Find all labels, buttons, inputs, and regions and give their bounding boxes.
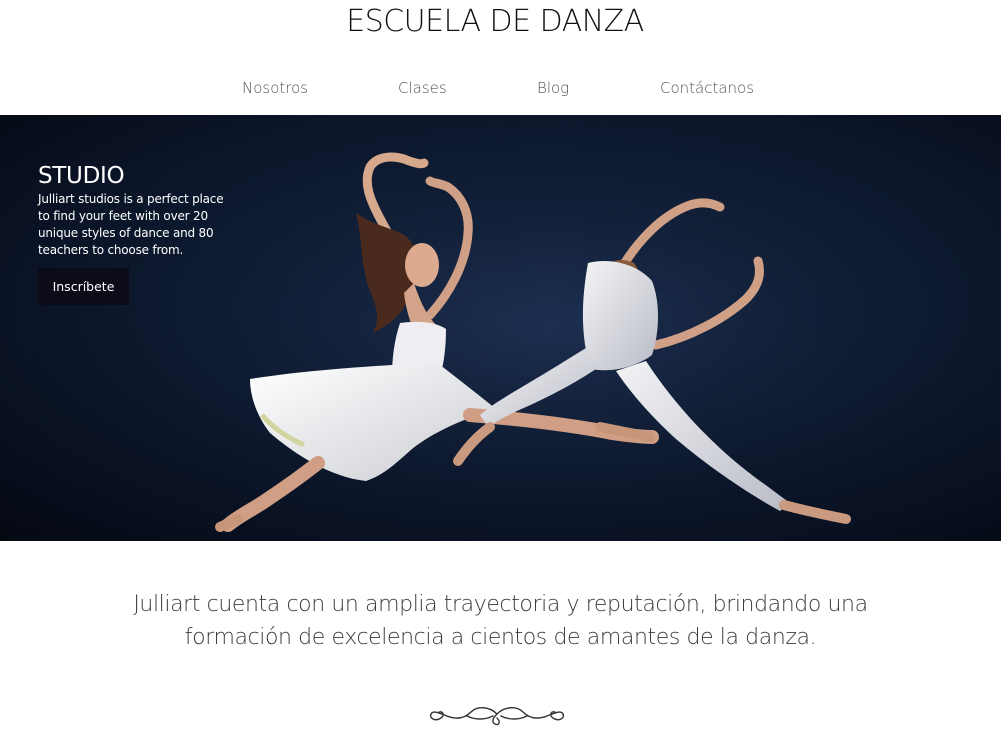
nav-link-blog[interactable]: Blog (537, 78, 569, 98)
hero-text-block: STUDIO Julliart studios is a perfect pla… (38, 161, 238, 259)
nav-link-contactanos[interactable]: Contáctanos (660, 78, 754, 98)
hero-heading: STUDIO (38, 163, 125, 189)
nav-link-clases[interactable]: Clases (398, 78, 447, 98)
hero-banner: STUDIO Julliart studios is a perfect pla… (0, 115, 1001, 541)
main-nav: Nosotros Clases Blog Contáctanos (0, 78, 1001, 100)
page: ESCUELA DE DANZA Nosotros Clases Blog Co… (0, 0, 1001, 743)
intro-section: Julliart cuenta con un amplia trayectori… (0, 588, 1001, 654)
hero-description: Julliart studios is a perfect place to f… (38, 192, 224, 257)
enroll-button[interactable]: Inscríbete (38, 268, 129, 305)
nav-link-nosotros[interactable]: Nosotros (242, 78, 308, 98)
site-header: ESCUELA DE DANZA Nosotros Clases Blog Co… (0, 0, 1001, 115)
site-title[interactable]: ESCUELA DE DANZA (0, 2, 990, 42)
intro-text: Julliart cuenta con un amplia trayectori… (133, 592, 868, 650)
ornamental-flourish-icon (429, 707, 565, 726)
